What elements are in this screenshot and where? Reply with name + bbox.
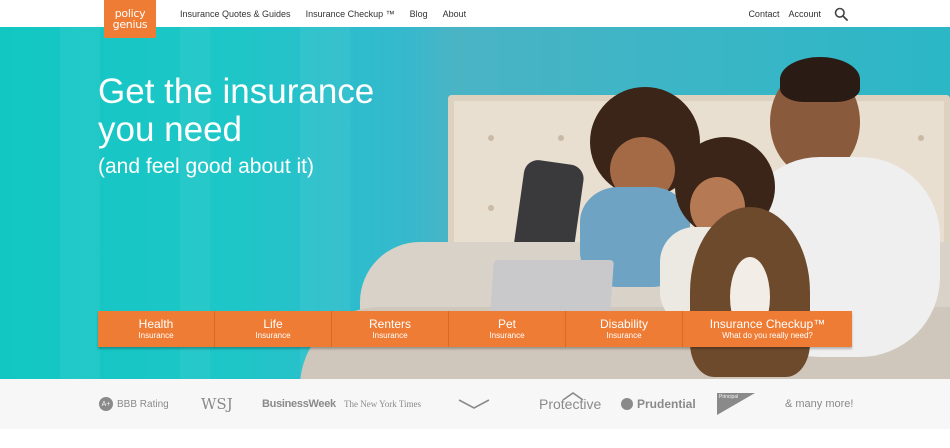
chevron-logo-icon xyxy=(458,379,490,429)
category-life[interactable]: Life Insurance xyxy=(215,311,332,347)
category-subtitle: Insurance xyxy=(138,331,174,340)
prudential-rock-icon xyxy=(621,398,633,410)
category-subtitle: What do you really need? xyxy=(722,331,813,340)
category-pet[interactable]: Pet Insurance xyxy=(449,311,566,347)
many-more-text: & many more! xyxy=(785,398,854,410)
nav-blog[interactable]: Blog xyxy=(410,9,428,19)
nav-about[interactable]: About xyxy=(443,9,467,19)
category-health[interactable]: Health Insurance xyxy=(98,311,215,347)
site-header: policy genius Insurance Quotes & Guides … xyxy=(0,0,950,38)
category-renters[interactable]: Renters Insurance xyxy=(332,311,449,347)
hero-headline-line-2: you need xyxy=(98,110,243,149)
primary-nav: Insurance Quotes & Guides Insurance Chec… xyxy=(180,0,466,27)
hero-subheadline: (and feel good about it) xyxy=(98,155,314,178)
category-subtitle: Insurance xyxy=(489,331,525,340)
nav-account[interactable]: Account xyxy=(788,9,821,19)
insurance-category-bar: Health Insurance Life Insurance Renters … xyxy=(98,311,852,347)
hero-headline-line-1: Get the insurance xyxy=(98,72,375,111)
category-title: Disability xyxy=(599,317,648,331)
nav-contact[interactable]: Contact xyxy=(748,9,779,19)
bbb-a-plus-badge: A+ xyxy=(99,397,113,411)
prudential-text: Prudential xyxy=(637,397,696,411)
protective-logo: Protective xyxy=(539,379,601,429)
category-title: Pet xyxy=(497,317,516,331)
bbb-rating-logo: A+ BBB Rating xyxy=(99,379,169,429)
category-title: Renters xyxy=(368,317,412,331)
nav-insurance-checkup[interactable]: Insurance Checkup ™ xyxy=(306,9,395,19)
protective-roof-icon xyxy=(562,392,584,401)
nyt-logo: The New York Times xyxy=(344,399,422,409)
businessweek-logo: BusinessWeek xyxy=(262,398,336,410)
category-title: Insurance Checkup™ xyxy=(709,317,826,331)
category-title: Life xyxy=(263,317,283,331)
category-disability[interactable]: Disability Insurance xyxy=(566,311,683,347)
search-icon[interactable] xyxy=(834,7,848,21)
hero-banner: Get the insurance you need (and feel goo… xyxy=(0,27,950,379)
secondary-nav: Contact Account xyxy=(748,0,848,27)
policygenius-logo[interactable]: policy genius xyxy=(104,0,156,38)
principal-logo: Principal xyxy=(717,379,755,429)
wsj-logo: WSJ xyxy=(201,395,233,413)
hero-headline: Get the insurance you need xyxy=(98,73,374,149)
hero-photo-laptop xyxy=(490,260,614,315)
prudential-logo: Prudential xyxy=(621,379,696,429)
category-subtitle: Insurance xyxy=(372,331,408,340)
bbb-rating-text: BBB Rating xyxy=(117,398,169,410)
logo-line-2: genius xyxy=(112,18,148,31)
category-insurance-checkup[interactable]: Insurance Checkup™ What do you really ne… xyxy=(683,311,852,347)
category-title: Health xyxy=(138,317,174,331)
press-partners-strip: A+ BBB Rating WSJ BusinessWeek The New Y… xyxy=(0,379,950,429)
category-subtitle: Insurance xyxy=(606,331,642,340)
nav-insurance-quotes[interactable]: Insurance Quotes & Guides xyxy=(180,9,291,19)
category-subtitle: Insurance xyxy=(255,331,291,340)
principal-text: Principal xyxy=(719,394,739,400)
